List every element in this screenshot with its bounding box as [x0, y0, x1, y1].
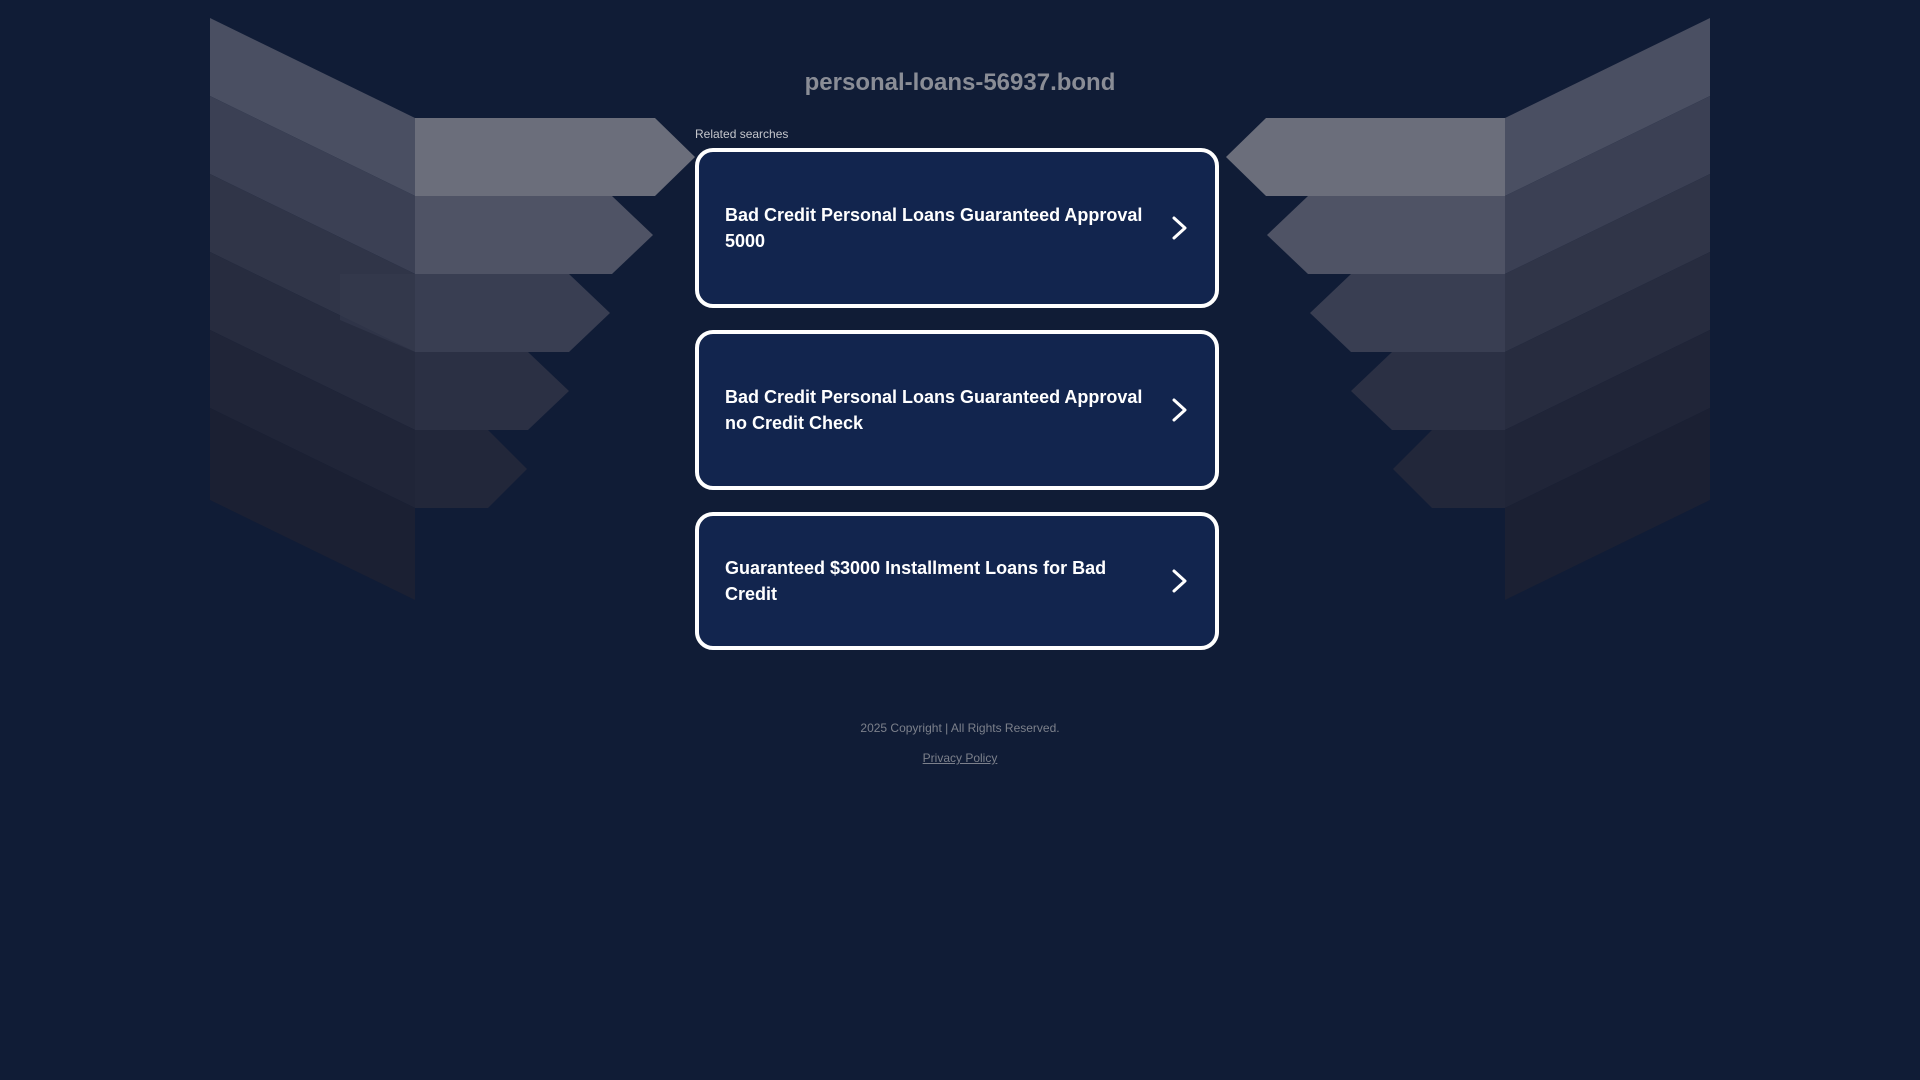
footer-links: Privacy Policy — [0, 751, 1920, 765]
related-searches-label: Related searches — [695, 127, 789, 141]
copyright-text: 2025 Copyright | All Rights Reserved. — [860, 721, 1060, 735]
related-search-link[interactable]: Bad Credit Personal Loans Guaranteed App… — [695, 148, 1219, 308]
related-search-label: Bad Credit Personal Loans Guaranteed App… — [725, 205, 1143, 251]
related-search-label: Guaranteed $3000 Installment Loans for B… — [725, 558, 1107, 604]
chevron-right-icon — [1172, 569, 1187, 593]
chevron-right-icon — [1172, 398, 1187, 422]
page: personal-loans-56937.bond Related search… — [0, 0, 1920, 1080]
related-search-link[interactable]: Bad Credit Personal Loans Guaranteed App… — [695, 330, 1219, 490]
domain-title: personal-loans-56937.bond — [804, 69, 1116, 96]
related-search-label: Bad Credit Personal Loans Guaranteed App… — [725, 387, 1143, 433]
privacy-policy-link[interactable]: Privacy Policy — [923, 751, 998, 765]
chevron-right-icon — [1172, 216, 1187, 240]
related-search-link[interactable]: Guaranteed $3000 Installment Loans for B… — [695, 512, 1219, 650]
